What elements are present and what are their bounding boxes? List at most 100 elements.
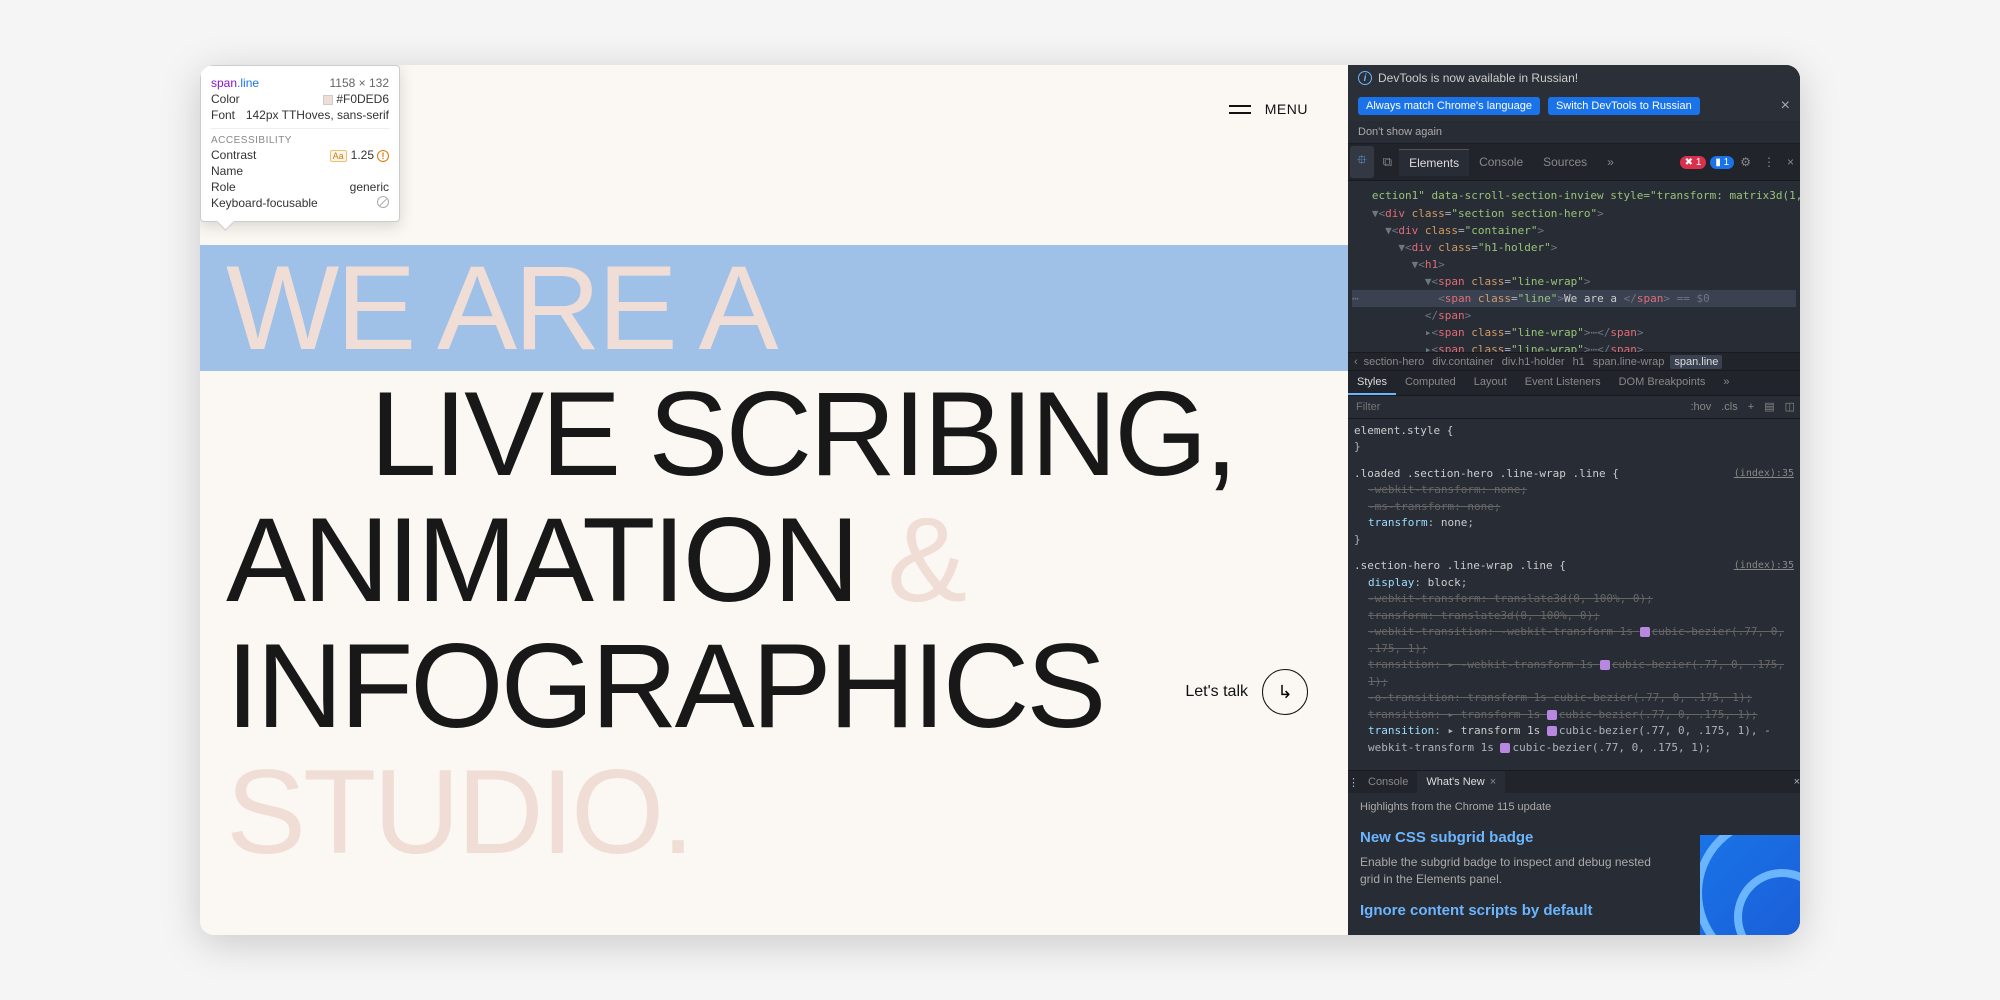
drawer-tab-console[interactable]: Console — [1359, 771, 1417, 793]
inspect-element-icon[interactable]: ⯐ — [1350, 146, 1374, 178]
dom-tree[interactable]: ection1" data-scroll-section-inview styl… — [1348, 181, 1800, 352]
new-style-rule-icon[interactable]: + — [1743, 397, 1759, 417]
css-property[interactable]: transition: ▸ transform 1s cubic-bezier(… — [1354, 723, 1794, 756]
hero-line-2: LIVE SCRIBING, — [200, 371, 1348, 497]
rendered-page: span.line 1158 × 132 Color #F0DED6 Font … — [200, 65, 1348, 935]
whats-new-highlights: Highlights from the Chrome 115 update — [1360, 801, 1788, 813]
subtab-layout[interactable]: Layout — [1465, 371, 1516, 395]
cta-label: Let's talk — [1185, 683, 1248, 701]
css-rule: .loaded .section-hero .line-wrap .line {… — [1354, 466, 1794, 549]
dont-show-again-link[interactable]: Don't show again — [1348, 121, 1800, 144]
css-source-link[interactable]: (index):35 — [1734, 558, 1794, 575]
tooltip-role-label: Role — [211, 180, 236, 194]
styles-filter-row: :hov .cls + ▤ ◫ — [1348, 396, 1800, 419]
tabs-overflow[interactable]: » — [1597, 149, 1624, 175]
whats-new-illustration — [1700, 835, 1800, 935]
close-devtools-icon[interactable]: × — [1781, 155, 1800, 169]
styles-subtabs: Styles Computed Layout Event Listeners D… — [1348, 371, 1800, 396]
tooltip-selector: span.line — [211, 76, 259, 90]
css-property[interactable]: -webkit-transition: -webkit-transform 1s… — [1354, 624, 1794, 657]
devtools-panel: i DevTools is now available in Russian! … — [1348, 65, 1800, 935]
crumb[interactable]: div.h1-holder — [1500, 355, 1567, 369]
close-banner-button[interactable]: × — [1781, 97, 1790, 115]
crumb[interactable]: h1 — [1571, 355, 1587, 369]
crumb-scroll-left[interactable]: ‹ — [1354, 356, 1358, 368]
browser-window: span.line 1158 × 132 Color #F0DED6 Font … — [200, 65, 1800, 935]
tooltip-font-value: 142px TTHoves, sans-serif — [246, 108, 389, 122]
drawer-tabs: ⋮ Console What's New× × — [1348, 770, 1800, 793]
css-property[interactable]: -ms-transform: none; — [1354, 499, 1794, 516]
whats-new-panel: Highlights from the Chrome 115 update Ne… — [1348, 793, 1800, 935]
css-property[interactable]: -o-transition: transform 1s cubic-bezier… — [1354, 690, 1794, 707]
subtab-dom-breakpoints[interactable]: DOM Breakpoints — [1610, 371, 1715, 395]
css-property[interactable]: transition: ▸ transform 1s cubic-bezier(… — [1354, 707, 1794, 724]
hero-line-3: ANIMATION & — [200, 497, 1348, 623]
hero-line-1-selected: WE ARE A — [200, 245, 1348, 371]
css-selector[interactable]: element.style { — [1354, 423, 1794, 440]
drawer-tab-whats-new[interactable]: What's New× — [1417, 771, 1505, 793]
devtools-language-banner: i DevTools is now available in Russian! — [1348, 65, 1800, 91]
whats-new-paragraph: Enable the subgrid badge to inspect and … — [1360, 854, 1670, 888]
selected-dom-node[interactable]: ⋯ <span class="line">We are a </span> ==… — [1352, 290, 1796, 307]
crumb-active[interactable]: span.line — [1670, 355, 1722, 369]
tooltip-contrast-label: Contrast — [211, 148, 256, 162]
hero-line-4: INFOGRAPHICS — [200, 623, 1348, 749]
css-selector[interactable]: .section-hero .line-wrap .line { — [1354, 558, 1566, 575]
hov-toggle[interactable]: :hov — [1685, 397, 1716, 417]
tooltip-name-label: Name — [211, 164, 243, 178]
styles-pane[interactable]: element.style { } .loaded .section-hero … — [1348, 419, 1800, 771]
computed-panel-icon[interactable]: ▤ — [1759, 396, 1779, 417]
css-property[interactable]: transition: ▸ -webkit-transform 1s cubic… — [1354, 657, 1794, 690]
arrow-icon: ↳ — [1262, 669, 1308, 715]
box-model-icon[interactable]: ◫ — [1780, 396, 1800, 417]
css-source-link[interactable]: (index):35 — [1734, 466, 1794, 483]
tooltip-contrast-value: Aa1.25! — [330, 148, 389, 162]
error-count-badge[interactable]: ✖ 1 — [1680, 156, 1707, 169]
subtab-more[interactable]: » — [1714, 371, 1738, 395]
info-icon: i — [1358, 71, 1372, 85]
styles-filter-input[interactable] — [1348, 396, 1685, 418]
hero-heading: WE ARE A LIVE SCRIBING, ANIMATION & INFO… — [200, 245, 1348, 875]
switch-devtools-language-button[interactable]: Switch DevTools to Russian — [1548, 97, 1700, 115]
crumb[interactable]: section-hero — [1362, 355, 1427, 369]
device-toggle-icon[interactable]: ⧉ — [1376, 149, 1399, 175]
css-property[interactable]: transform: translate3d(0, 100%, 0); — [1354, 608, 1794, 625]
hamburger-icon — [1229, 105, 1251, 114]
crumb[interactable]: span.line-wrap — [1591, 355, 1667, 369]
cls-toggle[interactable]: .cls — [1716, 397, 1743, 417]
tooltip-color-label: Color — [211, 92, 240, 106]
subtab-styles[interactable]: Styles — [1348, 371, 1396, 395]
hero-line-5: STUDIO. — [200, 749, 1348, 875]
tooltip-keyboard-focusable-label: Keyboard-focusable — [211, 196, 318, 211]
tab-sources[interactable]: Sources — [1533, 149, 1597, 175]
css-rule: element.style { } — [1354, 423, 1794, 456]
tab-elements[interactable]: Elements — [1399, 149, 1469, 176]
tooltip-font-label: Font — [211, 108, 235, 122]
devtools-tabs: ⯐ ⧉ Elements Console Sources » ✖ 1 ▮ 1 ⚙… — [1348, 144, 1800, 181]
css-property[interactable]: -webkit-transform: translate3d(0, 100%, … — [1354, 591, 1794, 608]
css-selector[interactable]: .loaded .section-hero .line-wrap .line { — [1354, 466, 1619, 483]
subtab-computed[interactable]: Computed — [1396, 371, 1465, 395]
crumb[interactable]: div.container — [1430, 355, 1496, 369]
devtools-language-actions: Always match Chrome's language Switch De… — [1348, 91, 1800, 121]
drawer-menu-icon[interactable]: ⋮ — [1348, 776, 1359, 789]
tooltip-role-value: generic — [350, 180, 389, 194]
menu-button[interactable]: MENU — [1229, 101, 1308, 117]
settings-gear-icon[interactable]: ⚙ — [1734, 155, 1757, 169]
close-drawer-icon[interactable]: × — [1794, 776, 1800, 788]
banner-text: DevTools is now available in Russian! — [1378, 71, 1578, 85]
prohibit-icon — [377, 196, 389, 211]
always-match-language-button[interactable]: Always match Chrome's language — [1358, 97, 1540, 115]
close-tab-icon: × — [1490, 776, 1496, 788]
element-inspector-tooltip: span.line 1158 × 132 Color #F0DED6 Font … — [200, 65, 400, 222]
tooltip-color-value: #F0DED6 — [323, 92, 389, 106]
warning-icon: ! — [377, 150, 389, 162]
lets-talk-cta[interactable]: Let's talk ↳ — [1185, 669, 1308, 715]
tooltip-dimensions: 1158 × 132 — [329, 76, 389, 90]
dom-breadcrumbs[interactable]: ‹ section-hero div.container div.h1-hold… — [1348, 352, 1800, 371]
subtab-event-listeners[interactable]: Event Listeners — [1516, 371, 1610, 395]
more-menu-icon[interactable]: ⋮ — [1757, 155, 1781, 169]
info-count-badge[interactable]: ▮ 1 — [1710, 156, 1734, 169]
css-property[interactable]: -webkit-transform: none; — [1354, 482, 1794, 499]
tab-console[interactable]: Console — [1469, 149, 1533, 175]
